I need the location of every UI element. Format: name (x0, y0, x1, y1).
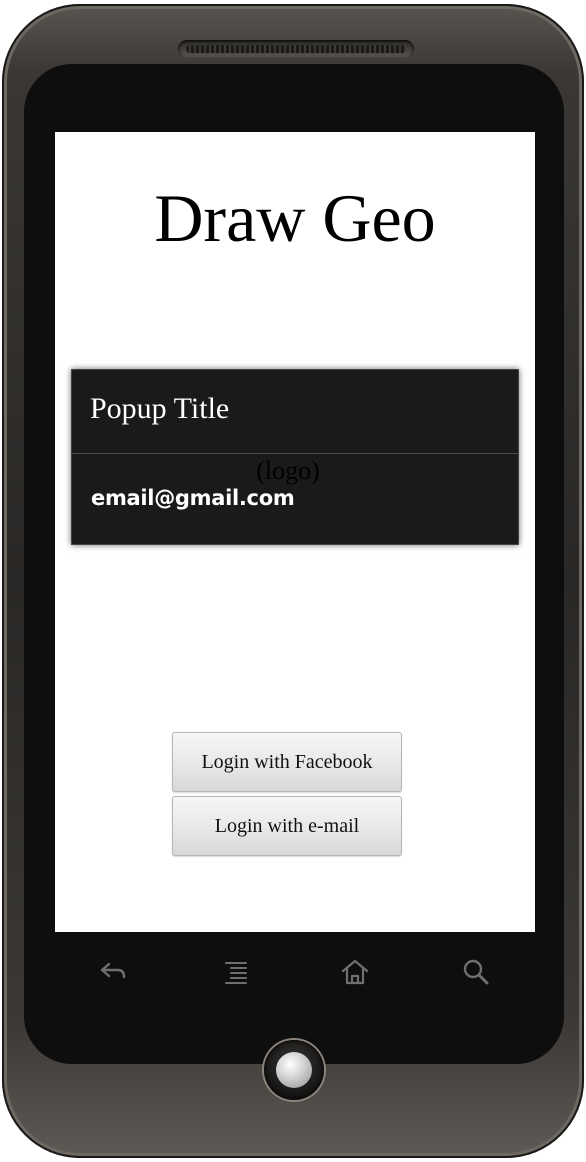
login-facebook-button[interactable]: Login with Facebook (172, 732, 402, 792)
popup-title: Popup Title (90, 392, 230, 425)
speaker-grille (178, 40, 414, 58)
popup-email-option[interactable]: email@gmail.com (91, 486, 295, 510)
app-title: Draw Geo (154, 180, 436, 256)
trackball[interactable] (276, 1052, 312, 1088)
navigation-softkeys (55, 940, 535, 1000)
back-icon[interactable] (95, 954, 131, 990)
account-popup: Popup Title (logo) email@gmail.com (71, 369, 519, 545)
menu-icon[interactable] (218, 954, 254, 990)
search-icon[interactable] (458, 954, 494, 990)
home-icon[interactable] (337, 954, 373, 990)
login-email-button[interactable]: Login with e-mail (172, 796, 402, 856)
app-screen: Draw Geo Popup Title (logo) email@gmail.… (55, 132, 535, 932)
popup-divider (72, 453, 518, 454)
logo-placeholder: (logo) (256, 456, 320, 485)
